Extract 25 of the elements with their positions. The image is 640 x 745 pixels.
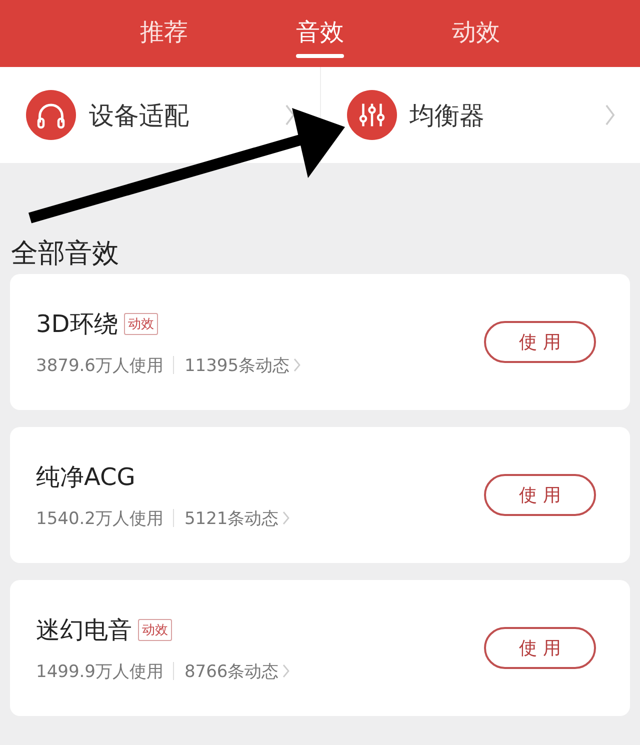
chevron-icon xyxy=(282,510,290,526)
chevron-icon xyxy=(282,663,290,679)
tag-label: 动效 xyxy=(138,618,172,640)
equalizer-icon xyxy=(346,90,396,140)
posts-link[interactable]: 5121条动态 xyxy=(184,506,279,530)
chevron-icon xyxy=(292,357,301,373)
posts-link[interactable]: 8766条动态 xyxy=(184,660,279,682)
headphones-icon xyxy=(26,90,76,140)
usage-count: 1499.9万人使用 xyxy=(36,660,164,682)
use-button[interactable]: 使 用 xyxy=(484,321,596,363)
usage-count: 3879.6万人使用 xyxy=(36,354,164,376)
chevron-icon xyxy=(284,103,296,127)
tab[interactable]: 音效 xyxy=(296,0,344,67)
effect-name: 纯净ACG xyxy=(36,462,136,492)
effect-name: 3D环绕 xyxy=(36,308,118,340)
effect-name: 迷幻电音 xyxy=(36,614,132,646)
chevron-icon xyxy=(604,103,616,127)
tab[interactable]: 推荐 xyxy=(140,0,188,67)
tab[interactable]: 动效 xyxy=(452,0,500,67)
use-button[interactable]: 使 用 xyxy=(484,627,596,669)
use-button[interactable]: 使 用 xyxy=(484,474,596,516)
usage-count: 1540.2万人使用 xyxy=(36,508,164,530)
tag-label: 动效 xyxy=(124,312,158,334)
posts-link[interactable]: 11395条动态 xyxy=(184,354,290,376)
section-title: 全部音效 xyxy=(11,237,120,271)
